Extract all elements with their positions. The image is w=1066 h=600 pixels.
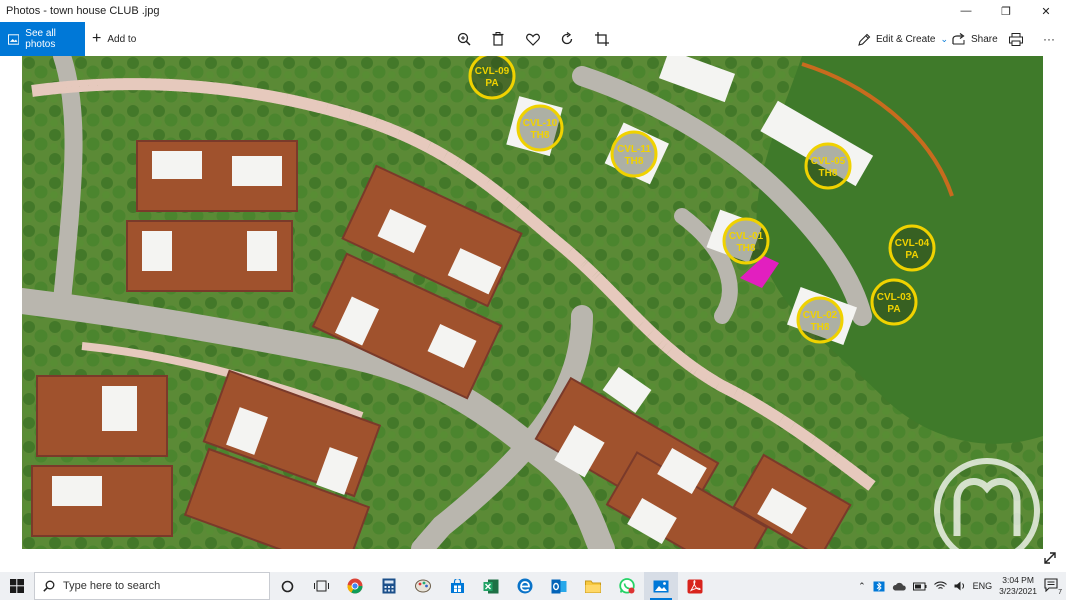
heart-icon[interactable] [524,30,542,48]
plot-type: TH8 [819,168,838,179]
cortana-icon[interactable] [270,572,304,600]
see-all-photos-button[interactable]: See all photos [0,22,85,56]
plot-code: CVL-01 [729,231,764,242]
plot-label: CVL-03PA [870,278,918,326]
plot-type: TH8 [625,156,644,167]
share-icon [952,33,965,45]
cloud-icon[interactable] [892,582,906,591]
plot-code: CVL-02 [803,310,838,321]
plot-type: PA [905,250,918,261]
plot-type: PA [887,304,900,315]
rooftop [247,231,277,271]
windows-logo-icon [10,579,24,593]
plot-label: CVL-10TH8 [516,104,564,152]
zoom-icon[interactable] [455,30,473,48]
action-center-button[interactable]: 7 [1044,578,1062,596]
rooftop [152,151,202,179]
share-button[interactable]: Share [952,22,998,56]
edit-icon [858,33,871,46]
rooftop [52,476,102,506]
taskbar-clock[interactable]: 3:04 PM 3/23/2021 [999,575,1037,597]
title-bar: Photos - town house CLUB .jpg — ❐ ✕ [0,0,1066,22]
outlook-icon[interactable] [542,572,576,600]
plot-code: CVL-10 [523,118,558,129]
language-indicator[interactable]: ENG [973,581,993,591]
see-all-photos-label: See all photos [25,28,56,50]
whatsapp-icon[interactable] [610,572,644,600]
plot-label: CVL-09PA [468,56,516,100]
taskbar-search-box[interactable]: Type here to search [34,572,270,600]
plot-label: CVL-04PA [888,224,936,272]
rooftop [102,386,137,431]
plot-label: CVL-05TH8 [804,142,852,190]
maximize-button[interactable]: ❐ [986,0,1026,22]
notification-count: 7 [1058,589,1062,596]
plot-label: CVL-11TH8 [610,130,658,178]
start-button[interactable] [0,572,34,600]
windows-taskbar: Type here to search ⌃ ENG 3:04 PM 3/23/2… [0,572,1066,600]
bluetooth-icon[interactable] [873,581,885,592]
edge-icon[interactable] [508,572,542,600]
system-tray: ⌃ ENG 3:04 PM 3/23/2021 7 [858,575,1066,597]
battery-icon[interactable] [912,582,927,591]
plot-label: CVL-01TH8 [722,217,770,265]
file-explorer-icon[interactable] [576,572,610,600]
clock-date: 3/23/2021 [999,586,1037,596]
add-to-button[interactable]: + Add to [92,22,136,56]
share-label: Share [971,33,998,45]
delete-icon[interactable] [489,30,507,48]
plot-type: PA [485,78,498,89]
volume-icon[interactable] [954,581,966,591]
excel-icon[interactable] [474,572,508,600]
plot-code: CVL-04 [895,238,930,249]
plot-type: TH8 [811,322,830,333]
image-viewer: CVL-09 PA CVL-10 TH8 CVL-11 TH8 CVL-05 TH8 CVL-0… [0,56,1066,572]
photo-toolbar: See all photos + Add to Edit & Create ⌄ … [0,22,1066,56]
chevron-down-icon: ⌄ [940,33,949,44]
plot-type: TH8 [531,130,550,141]
plot-code: CVL-03 [877,292,912,303]
edit-create-label: Edit & Create [876,33,936,45]
window-title: Photos - town house CLUB .jpg [6,5,160,17]
more-options-button[interactable]: ··· [1040,30,1058,48]
wifi-icon[interactable] [933,581,947,591]
crop-icon[interactable] [593,30,611,48]
calculator-icon[interactable] [372,572,406,600]
add-to-label: Add to [107,33,137,45]
plot-label: CVL-02TH8 [796,296,844,344]
rooftop [142,231,172,271]
plot-code: CVL-05 [811,156,846,167]
rotate-icon[interactable] [558,30,576,48]
plot-code: CVL-11 [617,144,651,155]
master-plan-photo[interactable]: CVL-09 PA CVL-10 TH8 CVL-11 TH8 CVL-05 TH8 CVL-0… [22,56,1043,549]
print-icon[interactable] [1007,30,1025,48]
expand-icon[interactable] [1042,550,1058,566]
minimize-button[interactable]: — [946,0,986,22]
rooftop [232,156,282,186]
task-view-icon[interactable] [304,572,338,600]
pdf-icon[interactable] [678,572,712,600]
clock-time: 3:04 PM [1002,575,1034,585]
search-placeholder: Type here to search [63,580,161,592]
plot-code: CVL-09 [475,66,510,77]
site-plan-map: CVL-09PACVL-10TH8CVL-11TH8 CVL-05TH8CVL-0… [22,56,1043,549]
plus-icon: + [92,30,102,47]
chrome-icon[interactable] [338,572,372,600]
photos-icon[interactable] [644,572,678,600]
close-button[interactable]: ✕ [1026,0,1066,22]
gallery-icon [8,33,20,45]
notification-icon [1044,578,1058,593]
edit-create-button[interactable]: Edit & Create ⌄ [858,22,948,56]
show-hidden-icons[interactable]: ⌃ [858,581,866,592]
paint-icon[interactable] [406,572,440,600]
store-icon[interactable] [440,572,474,600]
search-icon [43,580,55,592]
plot-type: TH8 [737,243,756,254]
